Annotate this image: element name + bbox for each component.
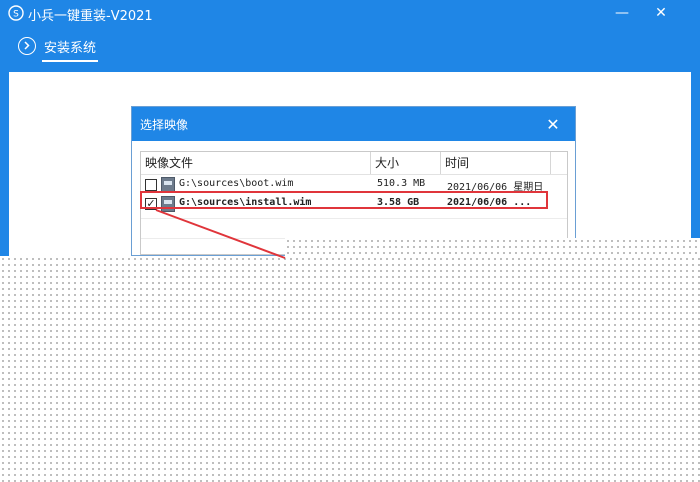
window-title: 小兵一键重装-V2021: [28, 9, 153, 24]
minimize-button[interactable]: —: [611, 3, 633, 23]
svg-text:S: S: [13, 10, 19, 20]
header-divider: [141, 174, 567, 175]
column-header-size[interactable]: 大小: [371, 152, 441, 174]
tab-label: 安装系统: [44, 41, 97, 56]
chevron-right-circle-icon: [18, 37, 36, 55]
column-header-time[interactable]: 时间: [441, 152, 551, 174]
selection-highlight-box: [140, 191, 548, 209]
dialog-title-bar: 选择映像 ✕: [132, 107, 575, 141]
close-button[interactable]: ✕: [650, 3, 672, 23]
file-path: G:\sources\boot.wim: [179, 178, 294, 189]
file-size: 510.3 MB: [377, 178, 426, 189]
dialog-title: 选择映像: [140, 118, 189, 132]
obscured-area-step: [285, 238, 700, 258]
row-divider: [141, 218, 567, 219]
row-checkbox[interactable]: [145, 179, 157, 191]
tab-install-system[interactable]: 安装系统: [14, 32, 124, 62]
active-tab-indicator: [42, 60, 98, 62]
select-image-dialog: 选择映像 ✕ 映像文件 大小 时间 G:\sources\boot.wim 51…: [131, 106, 576, 256]
obscured-area: [0, 256, 700, 482]
title-bar: S 小兵一键重装-V2021 — ✕: [0, 0, 700, 26]
tab-bar: 安装系统: [0, 32, 700, 62]
column-header-file[interactable]: 映像文件: [141, 152, 371, 174]
dialog-close-button[interactable]: ✕: [544, 116, 562, 134]
app-logo-icon: S: [8, 5, 24, 21]
